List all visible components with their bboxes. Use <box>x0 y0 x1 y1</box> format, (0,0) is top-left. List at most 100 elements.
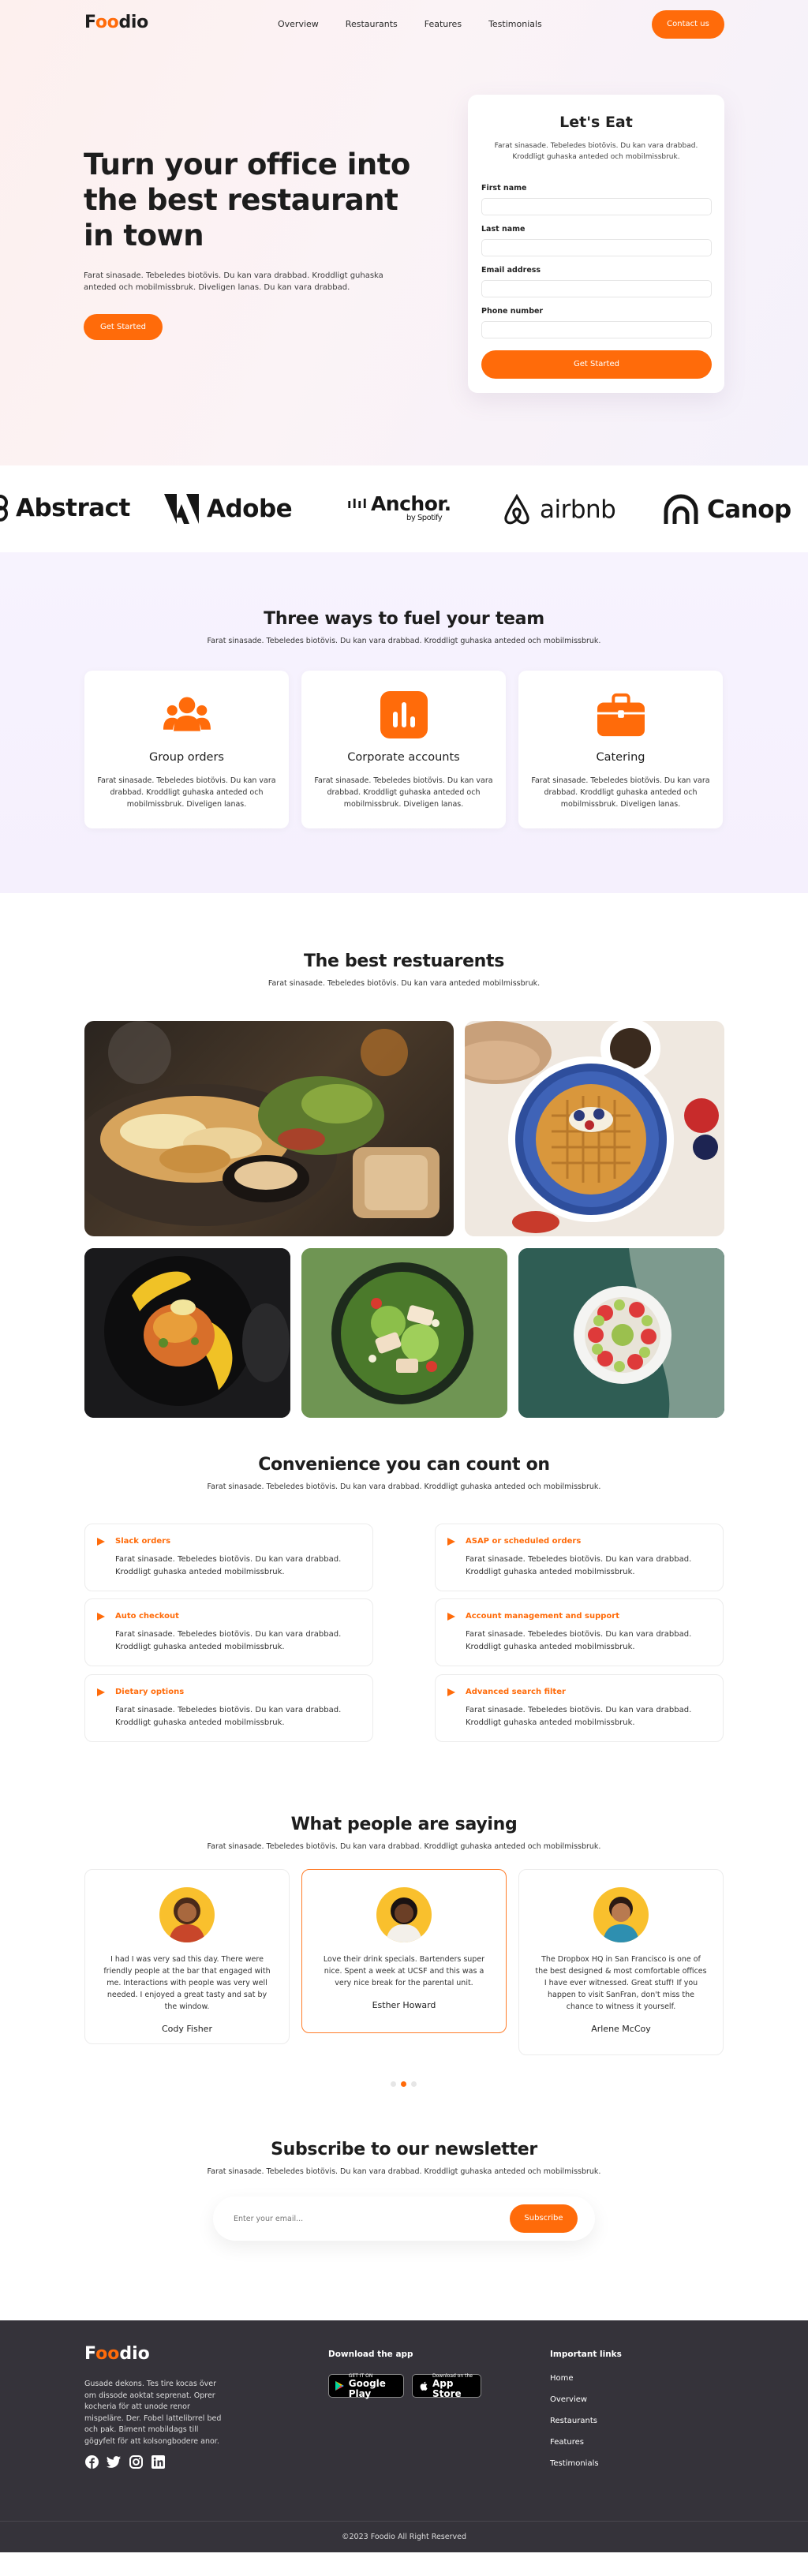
three-ways-section: Three ways to fuel your team Farat sinas… <box>0 552 808 893</box>
partner-logos: Abstract Adobe ılıl Anchor. by Spotify ai… <box>0 465 808 552</box>
convenience-title: Convenience you can count on <box>258 1455 550 1475</box>
hero-section: Foodio Overview Restaurants Features Tes… <box>0 0 808 465</box>
footer-description: Gusade dekons. Tes tire kocas över om di… <box>84 2380 222 2446</box>
top-nav: Foodio Overview Restaurants Features Tes… <box>0 0 808 49</box>
play-arrow-icon <box>97 1538 105 1546</box>
group-icon <box>163 691 211 738</box>
avatar <box>159 1887 215 1942</box>
google-play-badge[interactable]: GET IT ON Google Play <box>328 2373 404 2398</box>
download-app-heading: Download the app <box>328 2350 413 2359</box>
linkedin-icon[interactable] <box>151 2454 165 2469</box>
testimonial-name: Cody Fisher <box>162 2024 212 2034</box>
last-name-input[interactable] <box>481 239 712 256</box>
testimonial-quote: Love their drink specials. Bartenders su… <box>323 1955 485 1987</box>
three-ways-subtitle: Farat sinasade. Tebeledes biotövis. Du k… <box>207 637 601 645</box>
apple-icon <box>420 2381 428 2391</box>
email-input[interactable] <box>481 280 712 297</box>
feature-title: ASAP or scheduled orders <box>466 1537 582 1546</box>
logo-canopy: Canop <box>663 494 791 525</box>
card-title: Group orders <box>149 751 224 764</box>
newsletter-form: Subscribe <box>213 2197 595 2241</box>
feature-text: Farat sinasade. Tebeledes biotövis. Du k… <box>466 1555 692 1576</box>
logo-anchor: ılıl Anchor. by Spotify <box>347 492 451 522</box>
last-name-label: Last name <box>481 225 526 234</box>
feature-text: Farat sinasade. Tebeledes biotövis. Du k… <box>115 1555 342 1576</box>
footer-link-restaurants[interactable]: Restaurants <box>550 2417 599 2425</box>
avatar <box>593 1887 649 1942</box>
three-ways-title: Three ways to fuel your team <box>264 609 544 629</box>
card-text: Farat sinasade. Tebeledes biotövis. Du k… <box>314 776 493 809</box>
nav-link-restaurants[interactable]: Restaurants <box>346 19 398 29</box>
nav-link-overview[interactable]: Overview <box>278 19 319 29</box>
carousel-dot-active[interactable] <box>401 2081 406 2087</box>
abstract-mark-icon <box>0 495 8 522</box>
nav-link-features[interactable]: Features <box>425 19 462 29</box>
feature-slack-orders: Slack orders Farat sinasade. Tebeledes b… <box>84 1524 373 1591</box>
twitter-icon[interactable] <box>107 2454 121 2469</box>
food-image-bowl <box>518 1248 724 1418</box>
card-catering: Catering Farat sinasade. Tebeledes biotö… <box>518 671 723 828</box>
carousel-dot[interactable] <box>391 2081 396 2087</box>
logo-adobe: Adobe <box>164 494 293 524</box>
newsletter-subtitle: Farat sinasade. Tebeledes biotövis. Du k… <box>207 2167 601 2176</box>
feature-title: Slack orders <box>115 1537 171 1546</box>
footer-link-home[interactable]: Home <box>550 2374 599 2383</box>
feature-asap-orders: ASAP or scheduled orders Farat sinasade.… <box>435 1524 724 1591</box>
play-arrow-icon <box>447 1613 455 1621</box>
card-text: Farat sinasade. Tebeledes biotövis. Du k… <box>97 776 276 809</box>
footer-logo[interactable]: Foodio <box>84 2344 150 2364</box>
airbnb-mark-icon <box>504 494 529 525</box>
brand-logo[interactable]: Foodio <box>84 13 148 32</box>
testimonials-section: What people are saying Farat sinasade. T… <box>0 1786 808 2127</box>
footer-link-features[interactable]: Features <box>550 2438 599 2447</box>
logo-abstract: Abstract <box>0 494 130 522</box>
canopy-mark-icon <box>664 494 698 524</box>
phone-input[interactable] <box>481 321 712 338</box>
important-links-heading: Important links <box>550 2350 622 2359</box>
chart-icon <box>380 691 428 738</box>
nav-links: Overview Restaurants Features Testimonia… <box>278 19 569 29</box>
first-name-input[interactable] <box>481 198 712 215</box>
play-arrow-icon <box>97 1613 105 1621</box>
carousel-dot[interactable] <box>411 2081 417 2087</box>
google-play-icon <box>335 2380 344 2391</box>
last-name-field: Last name <box>481 225 712 256</box>
first-name-label: First name <box>481 184 527 193</box>
feature-text: Farat sinasade. Tebeledes biotövis. Du k… <box>466 1706 692 1727</box>
footer-link-overview[interactable]: Overview <box>550 2395 599 2404</box>
footer-link-testimonials[interactable]: Testimonials <box>550 2459 599 2468</box>
carousel-dots <box>391 2081 417 2087</box>
restaurants-title: The best restuarents <box>303 952 505 971</box>
testimonial-card: Love their drink specials. Bartenders su… <box>301 1869 507 2033</box>
feature-text: Farat sinasade. Tebeledes biotövis. Du k… <box>466 1630 692 1651</box>
newsletter-title: Subscribe to our newsletter <box>271 2140 537 2159</box>
first-name-field: First name <box>481 184 712 215</box>
convenience-section: Convenience you can count on Farat sinas… <box>0 1441 808 1786</box>
three-ways-cards: Group orders Farat sinasade. Tebeledes b… <box>84 671 723 828</box>
subscribe-button[interactable]: Subscribe <box>510 2204 578 2233</box>
card-corporate-accounts: Corporate accounts Farat sinasade. Tebel… <box>301 671 506 828</box>
convenience-subtitle: Farat sinasade. Tebeledes biotövis. Du k… <box>207 1482 601 1491</box>
briefcase-icon <box>597 691 645 738</box>
feature-title: Advanced search filter <box>466 1688 566 1696</box>
phone-label: Phone number <box>481 307 544 316</box>
hero-get-started-button[interactable]: Get Started <box>84 314 163 340</box>
instagram-icon[interactable] <box>129 2454 143 2469</box>
food-image-salad <box>301 1248 507 1418</box>
form-get-started-button[interactable]: Get Started <box>481 350 712 379</box>
footer-links: Home Overview Restaurants Features Testi… <box>550 2374 599 2481</box>
app-store-badge[interactable]: Download on the App Store <box>412 2373 481 2398</box>
hero-title: Turn your office into the best restauran… <box>84 148 410 252</box>
facebook-icon[interactable] <box>84 2454 99 2469</box>
logo-airbnb: airbnb <box>502 494 616 525</box>
restaurants-subtitle: Farat sinasade. Tebeledes biotövis. Du k… <box>267 979 541 988</box>
form-subtitle: Farat sinasade. Tebeledes biotövis. Du k… <box>494 142 698 161</box>
nav-link-testimonials[interactable]: Testimonials <box>488 19 542 29</box>
card-group-orders: Group orders Farat sinasade. Tebeledes b… <box>84 671 289 828</box>
food-image-plated <box>84 1248 290 1418</box>
anchor-mark-icon: ılıl <box>347 496 368 511</box>
hero-subtitle: Farat sinasade. Tebeledes biotövis. Du k… <box>84 271 383 292</box>
contact-us-button[interactable]: Contact us <box>652 10 724 39</box>
newsletter-email-input[interactable] <box>234 2210 470 2227</box>
footer: Foodio Gusade dekons. Tes tire kocas öve… <box>0 2320 808 2552</box>
